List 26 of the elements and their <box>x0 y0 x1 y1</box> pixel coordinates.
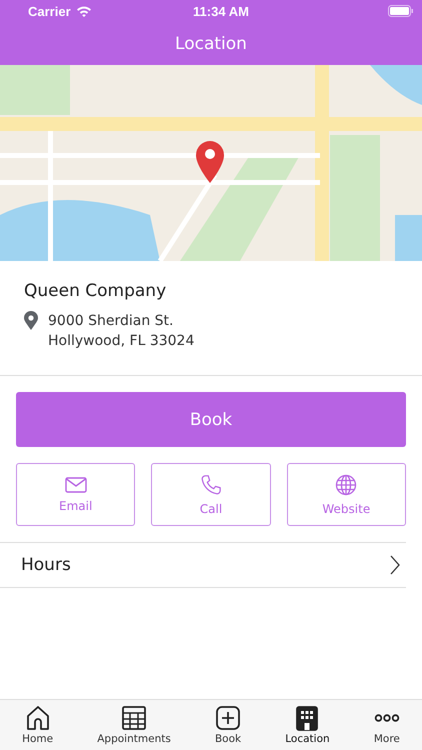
grid-icon <box>121 705 148 731</box>
plus-square-icon <box>215 705 242 731</box>
carrier-label: Carrier <box>28 4 71 18</box>
location-pin-icon <box>24 311 38 330</box>
house-icon <box>24 705 51 731</box>
envelope-icon <box>64 476 87 492</box>
hours-row[interactable]: Hours <box>0 542 406 588</box>
business-name: Queen Company <box>24 281 168 301</box>
phone-icon <box>200 474 222 496</box>
chevron-right-icon <box>390 555 400 575</box>
book-button[interactable]: Book <box>16 392 406 447</box>
status-time: 11:34 AM <box>193 4 249 18</box>
tab-bar-item[interactable]: Home <box>22 703 54 747</box>
screen-title: Location <box>175 34 247 54</box>
globe-icon <box>335 474 358 496</box>
contact-button[interactable]: Email <box>16 463 136 526</box>
tab-bar-item[interactable]: Book <box>214 703 242 747</box>
contact-button[interactable]: Call <box>151 463 271 526</box>
tab-bar-item[interactable]: Location <box>285 703 330 747</box>
tab-bar-item[interactable]: Appointments <box>97 703 171 747</box>
building-icon <box>294 705 320 731</box>
contact-button[interactable]: Website <box>286 463 406 526</box>
wifi-icon <box>76 5 92 17</box>
business-address: 9000 Sherdian St. Hollywood, FL 33024 <box>48 312 194 351</box>
tab-bar-item[interactable]: More <box>374 703 400 747</box>
battery-icon <box>388 5 414 17</box>
